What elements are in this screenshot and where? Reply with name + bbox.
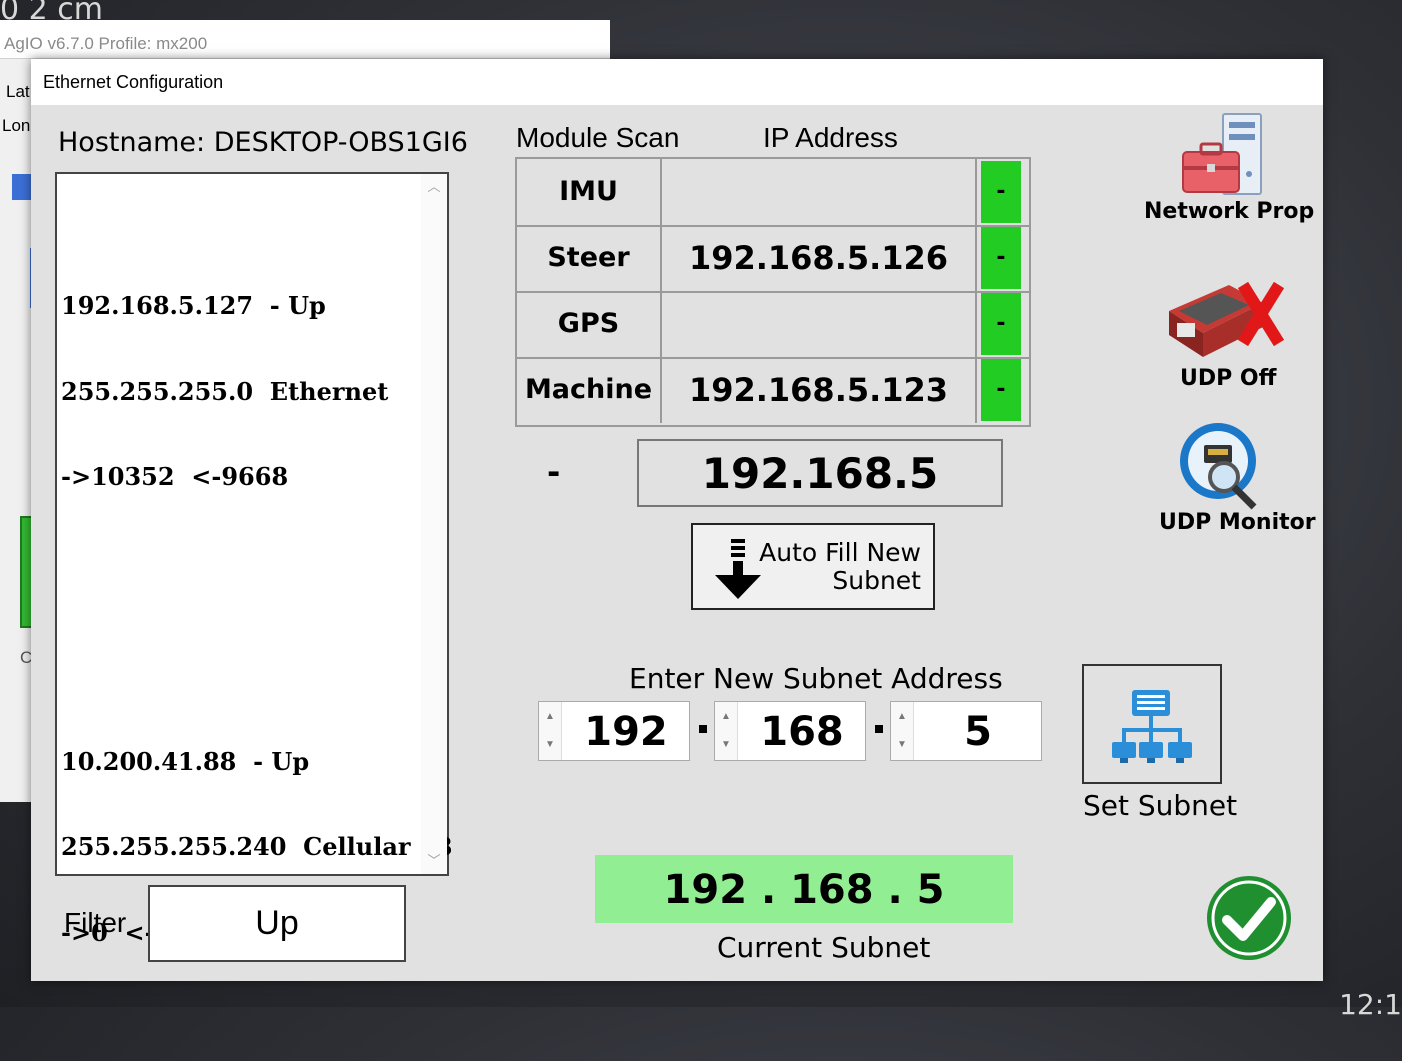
adapter-ip-status: 192.168.5.127 - Up (61, 291, 326, 320)
octet-1-value[interactable]: 192 (565, 702, 687, 760)
module-row-machine: Machine 192.168.5.123 - (517, 357, 1029, 423)
ip-address-header: IP Address (763, 122, 898, 153)
spin-up-icon[interactable]: ▲ (894, 706, 910, 728)
module-scan-table: IMU - Steer 192.168.5.126 - GPS - Machin… (515, 157, 1031, 427)
network-tree-icon (1112, 690, 1192, 763)
adapter-item: 192.168.5.127 - Up 255.255.255.0 Etherne… (61, 235, 416, 549)
subnet-octet-1-stepper[interactable]: ▲ ▼ 192 (538, 701, 690, 761)
ok-button[interactable] (1205, 874, 1293, 962)
network-prop-label: Network Prop (1144, 199, 1315, 224)
module-status-indicator: - (981, 359, 1021, 421)
adapter-ip-status: 10.200.41.88 - Up (61, 746, 310, 776)
magnifier-monitor-icon (1180, 423, 1257, 510)
module-row-steer: Steer 192.168.5.126 - (517, 225, 1029, 293)
module-name: IMU (517, 159, 662, 225)
checkmark-icon (1207, 876, 1291, 960)
agio-window-title: AgIO v6.7.0 Profile: mx200 (4, 34, 208, 53)
adapter-mask-type: 255.255.255.0 Ethernet (61, 376, 389, 406)
enter-subnet-label: Enter New Subnet Address (629, 662, 1003, 695)
octet-spinner[interactable]: ▲ ▼ (539, 702, 562, 760)
arrow-down-icon (715, 539, 761, 599)
spin-up-icon[interactable]: ▲ (718, 706, 734, 728)
filter-label: Filter (64, 907, 127, 938)
module-ip: 192.168.5.123 (662, 357, 977, 423)
module-status-indicator: - (981, 161, 1021, 223)
scroll-up-arrow-icon[interactable]: ︿ (421, 176, 447, 198)
module-status-indicator: - (981, 293, 1021, 355)
router-off-icon (1169, 281, 1285, 357)
octet-3-value[interactable]: 5 (917, 702, 1039, 760)
current-subnet-display: 192 . 168 . 5 (595, 855, 1013, 923)
module-scan-header: Module Scan (516, 122, 680, 153)
octet-2-value[interactable]: 168 (741, 702, 863, 760)
current-subnet-label: Current Subnet (717, 931, 931, 964)
dialog-titlebar[interactable] (31, 59, 1323, 105)
udp-off-label: UDP Off (1180, 366, 1277, 391)
module-name: Steer (517, 225, 662, 291)
module-ip (662, 159, 977, 225)
udp-monitor-label: UDP Monitor (1159, 510, 1316, 535)
spin-up-icon[interactable]: ▲ (542, 706, 558, 728)
module-status-indicator: - (981, 227, 1021, 289)
octet-separator-dot (699, 725, 707, 733)
module-row-imu: IMU - (517, 159, 1029, 227)
octet-separator-dot (875, 725, 883, 733)
module-ip: 192.168.5.126 (662, 225, 977, 291)
agio-lat-label: Lat (6, 82, 30, 101)
adapter-list[interactable]: 192.168.5.127 - Up 255.255.255.0 Etherne… (55, 172, 453, 946)
module-name: GPS (517, 291, 662, 357)
spin-down-icon[interactable]: ▼ (718, 734, 734, 756)
adapter-traffic: ->10352 <-9668 (61, 462, 289, 491)
hostname-label: Hostname: DESKTOP-OBS1GI6 (58, 127, 468, 158)
adapter-mask-type: 255.255.255.240 Cellular 18 (61, 832, 453, 861)
module-ip (662, 291, 977, 357)
subnet-octet-2-stepper[interactable]: ▲ ▼ 168 (714, 701, 866, 761)
octet-spinner[interactable]: ▲ ▼ (891, 702, 914, 760)
scanned-subnet-display: 192.168.5 (637, 439, 1003, 507)
set-subnet-button[interactable] (1082, 664, 1222, 784)
toolbox-server-icon (1182, 113, 1262, 195)
octet-spinner[interactable]: ▲ ▼ (715, 702, 738, 760)
ethernet-config-dialog: Ethernet Configuration Hostname: DESKTOP… (31, 59, 1323, 981)
auto-fill-subnet-button[interactable]: Auto Fill New Subnet (691, 523, 935, 610)
scan-dash-label: - (547, 453, 561, 491)
set-subnet-label: Set Subnet (1083, 789, 1238, 822)
background-clock: 12:1 (1339, 988, 1402, 1021)
agio-lon-label: Lon (2, 116, 31, 135)
agio-status-block (12, 174, 32, 200)
spin-down-icon[interactable]: ▼ (894, 734, 910, 756)
scroll-down-arrow-icon[interactable]: ﹀ (421, 850, 447, 872)
dialog-title: Ethernet Configuration (43, 72, 224, 92)
filter-input[interactable]: Up (148, 885, 406, 962)
spin-down-icon[interactable]: ▼ (542, 734, 558, 756)
subnet-octet-3-stepper[interactable]: ▲ ▼ 5 (890, 701, 1042, 761)
module-name: Machine (517, 357, 662, 423)
module-row-gps: GPS - (517, 291, 1029, 359)
auto-fill-label: Auto Fill New Subnet (759, 538, 921, 595)
adapter-list-scrollbar[interactable]: ︿ ﹀ (421, 174, 447, 874)
